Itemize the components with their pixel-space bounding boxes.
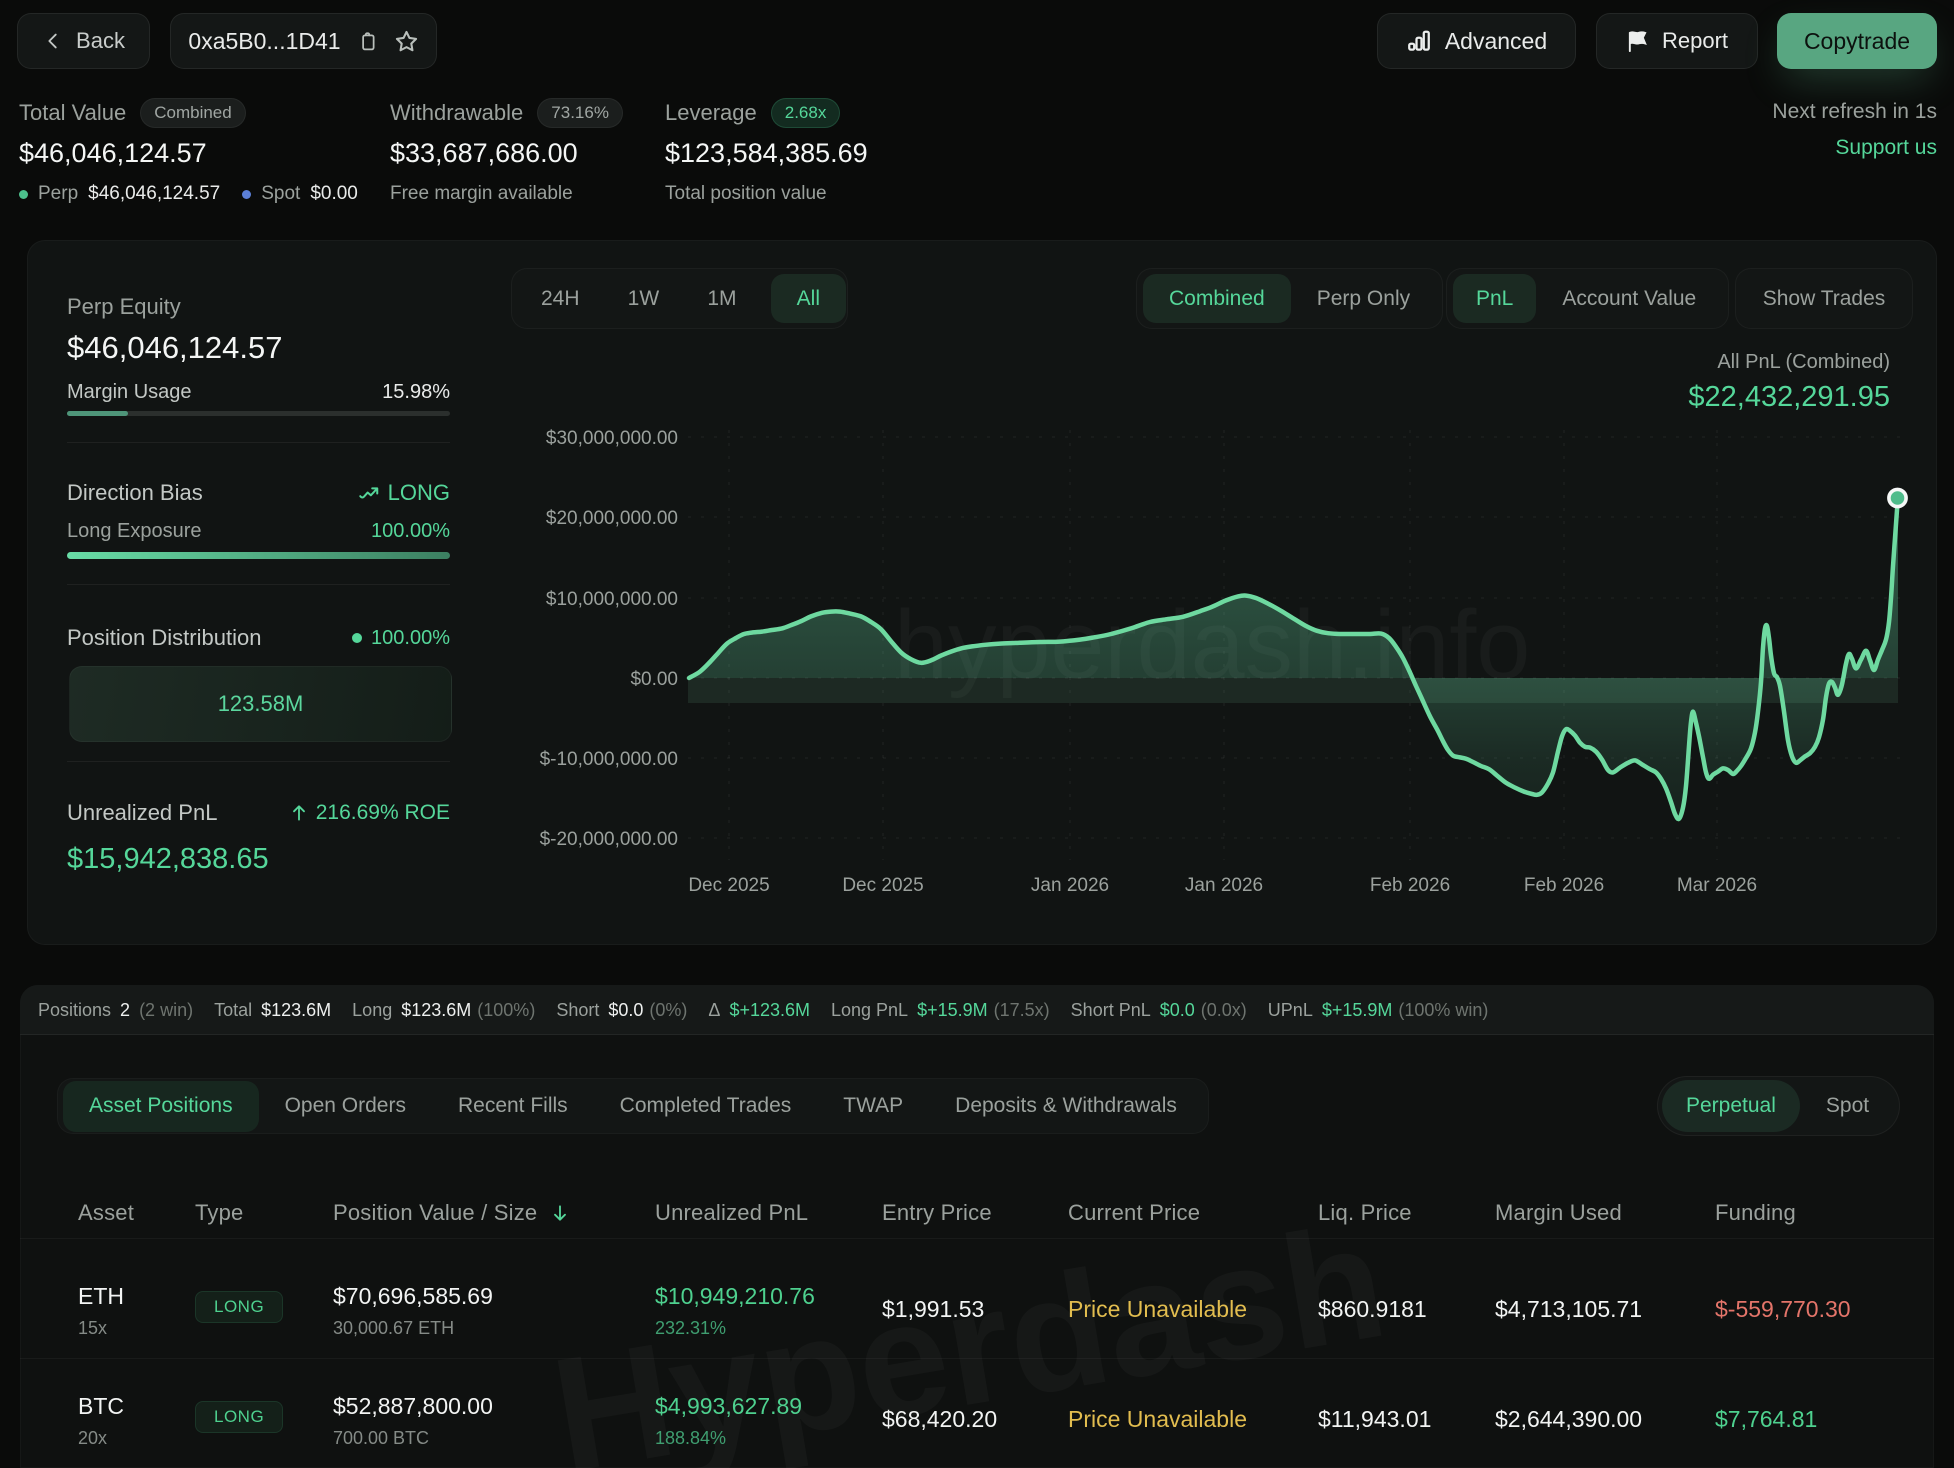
svg-text:Jan 2026: Jan 2026 [1031, 875, 1109, 896]
svg-text:$-10,000,000.00: $-10,000,000.00 [540, 749, 678, 770]
svg-text:$30,000,000.00: $30,000,000.00 [546, 428, 678, 449]
svg-text:Feb 2026: Feb 2026 [1524, 875, 1604, 896]
svg-text:$-20,000,000.00: $-20,000,000.00 [540, 829, 678, 850]
svg-text:Dec 2025: Dec 2025 [842, 875, 923, 896]
svg-text:Dec 2025: Dec 2025 [688, 875, 769, 896]
svg-text:Mar 2026: Mar 2026 [1677, 875, 1757, 896]
svg-text:$0.00: $0.00 [630, 669, 678, 690]
svg-text:Jan 2026: Jan 2026 [1185, 875, 1263, 896]
svg-text:Feb 2026: Feb 2026 [1370, 875, 1450, 896]
svg-text:$20,000,000.00: $20,000,000.00 [546, 508, 678, 529]
svg-text:$10,000,000.00: $10,000,000.00 [546, 589, 678, 610]
